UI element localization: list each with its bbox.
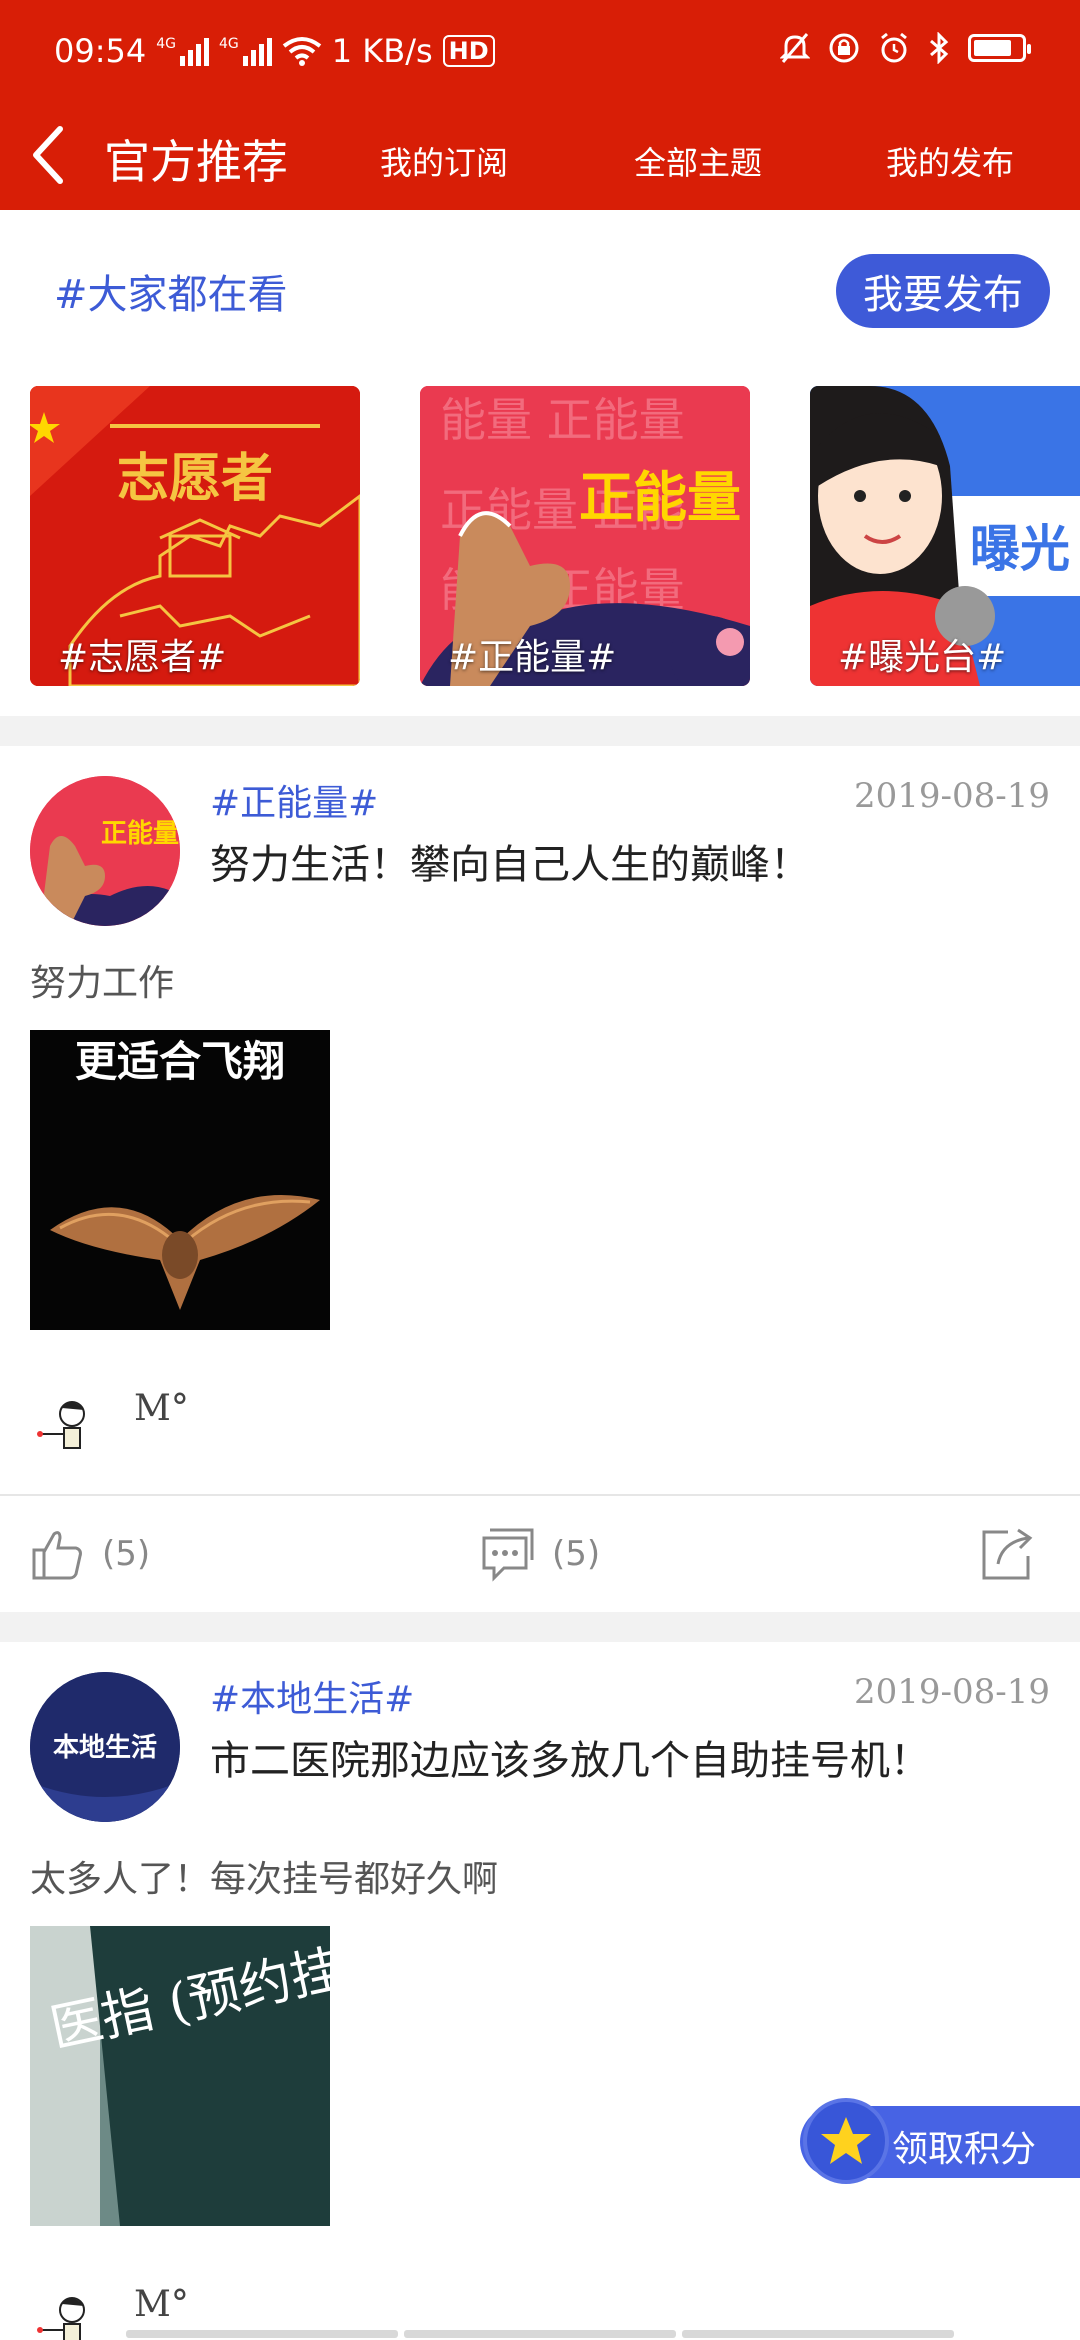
comment-icon: [482, 1528, 534, 1582]
author-avatar[interactable]: [30, 2288, 100, 2340]
network-speed: 1 KB/s: [331, 32, 433, 70]
status-bar: 09:54 4G 4G 1 KB/s HD: [0, 0, 1080, 100]
post-image[interactable]: 医指 (预约挂: [30, 1926, 330, 2226]
like-button[interactable]: (5): [30, 1526, 150, 1582]
author-name[interactable]: M°: [134, 1388, 189, 1429]
mute-bell-icon: [780, 33, 810, 63]
topic-carousel[interactable]: 志愿者 #志愿者# 能量 正能量 正能量 正能 能量 正能量 正能量 #正能量#…: [0, 386, 1080, 690]
top-nav-bar: 官方推荐 我的订阅 全部主题 我的发布: [0, 100, 1080, 210]
cartoon-avatar-icon: [37, 1401, 85, 1449]
scroll-indicator: [126, 2330, 954, 2338]
signal-icon: 4G: [156, 36, 209, 66]
topic-card-label: #志愿者#: [58, 637, 227, 678]
topic-card-label: #正能量#: [448, 637, 617, 678]
page-title: 官方推荐: [104, 135, 288, 189]
svg-text:能量 正能量: 能量 正能量: [440, 393, 685, 447]
lock-rotation-icon: [829, 33, 859, 63]
svg-text:志愿者: 志愿者: [117, 449, 273, 509]
star-shape: [821, 2117, 871, 2164]
wifi-icon: [282, 37, 321, 66]
section-separator: [0, 1612, 1080, 1642]
post-date: 2019-08-19: [853, 776, 1050, 816]
tab-my-posts[interactable]: 我的发布: [886, 138, 1014, 184]
thumbs-up-icon: [32, 1531, 82, 1580]
like-count: (5): [102, 1534, 151, 1574]
tab-all-topics[interactable]: 全部主题: [634, 138, 762, 184]
owl-flying-image: 更适合飞翔: [30, 1030, 330, 1330]
hospital-sign-image: 医指 (预约挂: [30, 1926, 330, 2226]
trending-hashtag-title: #大家都在看: [54, 272, 288, 318]
hd-icon: HD: [442, 35, 495, 67]
battery-icon: [968, 34, 1031, 62]
network-type: 4G: [156, 36, 176, 52]
local-life-avatar-image: 本地生活: [30, 1672, 180, 1822]
svg-text:曝光: 曝光: [970, 520, 1070, 578]
claim-points-label: 领取积分: [892, 2129, 1037, 2170]
star-icon[interactable]: [803, 2098, 889, 2184]
post-title[interactable]: 努力生活！攀向自己人生的巅峰！: [210, 832, 810, 890]
back-button[interactable]: [18, 122, 78, 188]
post-card[interactable]: 本地生活 #本地生活# 2019-08-19 市二医院那边应该多放几个自助挂号机…: [0, 1642, 1080, 2340]
status-left: 09:54 4G 4G 1 KB/s HD: [54, 32, 495, 70]
comment-button[interactable]: (5): [480, 1526, 600, 1582]
svg-text:更适合飞翔: 更适合飞翔: [75, 1037, 285, 1086]
status-time: 09:54: [54, 32, 147, 70]
publish-button[interactable]: 我要发布: [836, 254, 1050, 328]
author-name[interactable]: M°: [134, 2284, 189, 2325]
bluetooth-icon: [930, 32, 949, 64]
post-topic-tag[interactable]: #本地生活#: [210, 1670, 414, 1722]
topic-avatar[interactable]: 正能量: [30, 776, 180, 926]
post-title[interactable]: 市二医院那边应该多放几个自助挂号机！: [210, 1728, 930, 1786]
trending-header: #大家都在看 我要发布: [0, 210, 1080, 370]
post-card[interactable]: 正能量 #正能量# 2019-08-19 努力生活！攀向自己人生的巅峰！ 努力工…: [0, 746, 1080, 1612]
comment-count: (5): [552, 1534, 601, 1574]
svg-text:正能量: 正能量: [101, 818, 179, 849]
author-avatar[interactable]: [30, 1392, 100, 1462]
topic-card-positive-energy[interactable]: 能量 正能量 正能量 正能 能量 正能量 正能量 #正能量#: [420, 386, 750, 686]
post-body: 努力工作: [30, 963, 175, 1004]
section-separator: [0, 716, 1080, 746]
tab-my-subscriptions[interactable]: 我的订阅: [380, 138, 508, 184]
signal-icon-2: 4G: [219, 36, 272, 66]
topic-avatar[interactable]: 本地生活: [30, 1672, 180, 1822]
chevron-left-icon: [33, 126, 63, 184]
positive-energy-avatar-image: 正能量: [30, 776, 180, 926]
svg-text:本地生活: 本地生活: [53, 1733, 157, 1763]
share-icon: [982, 1528, 1033, 1580]
cartoon-avatar-icon: [37, 2297, 85, 2340]
post-divider: [0, 1494, 1080, 1496]
alarm-icon: [881, 32, 907, 63]
post-image[interactable]: 更适合飞翔: [30, 1030, 330, 1330]
status-right: [780, 32, 1031, 64]
svg-text:正能量: 正能量: [579, 466, 741, 529]
post-date: 2019-08-19: [853, 1672, 1050, 1712]
topic-card-exposure[interactable]: 曝光 #曝光台#: [810, 386, 1080, 686]
battery-fill: [974, 40, 1011, 56]
topic-card-label: #曝光台#: [838, 637, 1007, 678]
network-type-2: 4G: [218, 36, 239, 52]
post-body: 太多人了！每次挂号都好久啊: [30, 1859, 499, 1900]
share-button[interactable]: [978, 1526, 1036, 1582]
post-topic-tag[interactable]: #正能量#: [210, 774, 378, 826]
topic-card-volunteer[interactable]: 志愿者 #志愿者#: [30, 386, 360, 686]
